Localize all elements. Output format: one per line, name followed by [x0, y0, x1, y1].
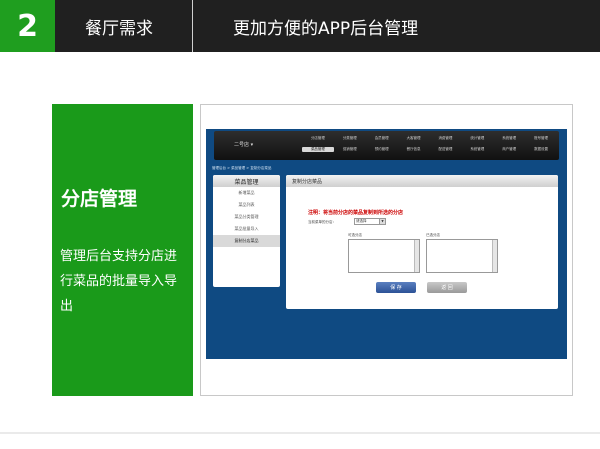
sidebar-item-dish-list[interactable]: 菜品列表	[213, 199, 280, 211]
nav-item[interactable]: 统计管理	[461, 136, 493, 141]
nav-item[interactable]: 分类管理	[334, 136, 366, 141]
nav-item[interactable]: 大客管理	[398, 136, 430, 141]
nav-item[interactable]: 商户管理	[493, 147, 525, 152]
sidebar-item-add-dish[interactable]: 新增菜品	[213, 187, 280, 199]
feature-title: 分店管理	[61, 188, 138, 210]
nav-grid: 分店管理 分类管理 会员管理 大客管理 消费管理 统计管理 系统管理 账号管理 …	[302, 136, 557, 152]
source-store-label: 当前菜单的分店：	[308, 220, 336, 224]
section-label: 餐厅需求	[55, 0, 193, 52]
footer-divider	[0, 432, 600, 434]
store-selector[interactable]: 二号店 ▾	[234, 141, 253, 148]
store-selector-label: 二号店	[234, 142, 250, 148]
nav-item[interactable]: 分店管理	[302, 136, 334, 141]
nav-item[interactable]: 系统管理	[461, 147, 493, 152]
sidebar-item-copy-dishes[interactable]: 复制分店菜品	[213, 235, 280, 247]
slide: 2 餐厅需求 更加方便的APP后台管理 分店管理 管理后台支持分店进行菜品的批量…	[0, 0, 600, 449]
nav-item[interactable]: 数据设置	[525, 147, 557, 152]
back-button[interactable]: 返 回	[427, 282, 467, 293]
nav-item[interactable]: 配送管理	[430, 147, 462, 152]
nav-item[interactable]: 消费管理	[430, 136, 462, 141]
selected-stores-list[interactable]	[426, 239, 498, 273]
save-button[interactable]: 保 存	[376, 282, 416, 293]
nav-item-active[interactable]: 菜品管理	[302, 147, 334, 152]
app-top-nav: 二号店 ▾ 分店管理 分类管理 会员管理 大客管理 消费管理 统计管理 系统管理…	[214, 131, 559, 160]
breadcrumb: 管理后台 > 菜品管理 > 复制分店菜品	[212, 166, 272, 170]
feature-description: 管理后台支持分店进行菜品的批量导入导出	[60, 249, 178, 314]
screenshot-frame: 二号店 ▾ 分店管理 分类管理 会员管理 大客管理 消费管理 统计管理 系统管理…	[200, 104, 573, 396]
available-stores-list[interactable]	[348, 239, 420, 273]
nav-item[interactable]: 餐厅信息	[398, 147, 430, 152]
sidebar: 菜品管理 新增菜品 菜品列表 菜品分类管理 菜品批量导入 复制分店菜品	[213, 175, 280, 287]
nav-item[interactable]: 会员管理	[366, 136, 398, 141]
admin-app-screenshot: 二号店 ▾ 分店管理 分类管理 会员管理 大客管理 消费管理 统计管理 系统管理…	[206, 129, 567, 359]
sidebar-item-batch-import[interactable]: 菜品批量导入	[213, 223, 280, 235]
nav-item[interactable]: 账号管理	[525, 136, 557, 141]
header-bar: 2 餐厅需求 更加方便的APP后台管理	[0, 0, 600, 52]
sidebar-title: 菜品管理	[213, 175, 280, 187]
source-store-value: 请选择	[356, 219, 367, 223]
nav-item[interactable]: 预约管理	[366, 147, 398, 152]
notice-text: 注明：将当前分店的菜品复制到所选的分店	[308, 210, 404, 216]
chevron-down-icon: ▼	[379, 219, 385, 224]
nav-item[interactable]: 促销管理	[334, 147, 366, 152]
content-title: 复制分店菜品	[286, 175, 558, 187]
content-panel: 复制分店菜品 注明：将当前分店的菜品复制到所选的分店 当前菜单的分店： 请选择 …	[286, 175, 558, 309]
section-number: 2	[0, 0, 55, 52]
slide-title: 更加方便的APP后台管理	[233, 18, 419, 39]
selected-stores-label: 已选分店	[426, 233, 440, 237]
source-store-select[interactable]: 请选择 ▼	[354, 218, 386, 225]
available-stores-label: 可选分店	[348, 233, 362, 237]
feature-panel: 分店管理 管理后台支持分店进行菜品的批量导入导出	[52, 104, 193, 396]
nav-item[interactable]: 系统管理	[493, 136, 525, 141]
sidebar-item-categories[interactable]: 菜品分类管理	[213, 211, 280, 223]
